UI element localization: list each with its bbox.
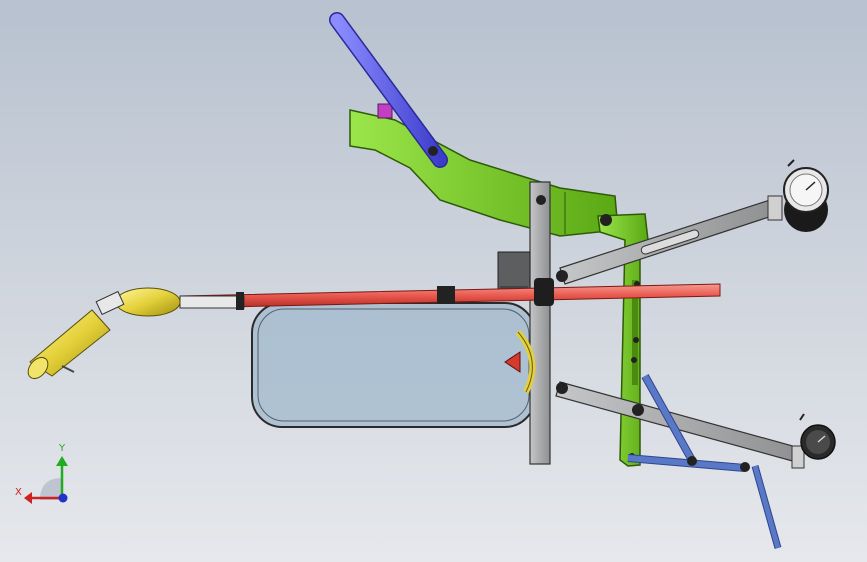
green-upper-arm[interactable] [349, 103, 619, 237]
spray-nozzle[interactable] [24, 287, 181, 382]
upper-pressure-gauge[interactable] [767, 159, 829, 232]
lower-pressure-gauge[interactable] [791, 413, 836, 469]
axis-label-x: X [15, 487, 22, 498]
cad-viewport[interactable]: X Y [0, 0, 867, 562]
model-drawing[interactable] [0, 0, 867, 562]
axis-label-y: Y [59, 443, 66, 454]
coordinate-triad [24, 456, 68, 504]
tank[interactable] [251, 302, 536, 428]
blue-lower-linkage[interactable] [627, 374, 782, 549]
lower-link[interactable] [555, 381, 801, 463]
